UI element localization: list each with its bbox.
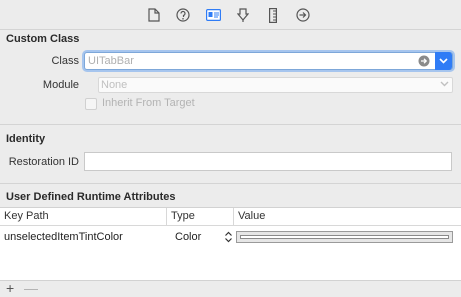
quick-help-icon[interactable] [175,7,191,23]
module-label: Module [42,79,79,91]
key-path-cell[interactable]: unselectedItemTintColor [4,228,123,246]
inherit-from-target-checkbox[interactable] [85,98,97,110]
color-well[interactable] [236,231,453,243]
class-input[interactable] [85,53,435,69]
restoration-id-label: Restoration ID [8,156,79,168]
inherit-from-target-label: Inherit From Target [102,97,195,109]
custom-class-title: Custom Class [6,33,80,45]
add-attribute-button[interactable]: + [6,281,14,295]
identity-inspector-icon[interactable] [205,7,221,23]
divider [0,183,461,184]
module-combo-box[interactable] [98,77,453,93]
column-header-type[interactable]: Type [167,208,233,226]
inspector-toolbar [0,0,461,30]
connections-inspector-icon[interactable] [295,7,311,23]
divider [0,124,461,125]
color-swatch [240,235,449,239]
class-dropdown-button[interactable] [435,52,452,70]
file-inspector-icon[interactable] [146,7,162,23]
remove-attribute-button[interactable]: — [24,281,38,295]
type-cell[interactable]: Color [175,228,201,246]
go-to-class-icon[interactable] [418,55,430,67]
module-input[interactable] [99,78,429,92]
identity-title: Identity [6,133,46,145]
type-popup-arrows-icon[interactable] [224,231,233,243]
column-header-key-path[interactable]: Key Path [0,208,166,226]
class-label: Class [51,55,79,67]
runtime-attributes-title: User Defined Runtime Attributes [6,191,176,203]
class-combo-box[interactable] [84,52,453,70]
attributes-inspector-icon[interactable] [235,7,251,23]
restoration-id-input[interactable] [84,152,452,171]
chevron-down-icon[interactable] [440,81,449,87]
column-header-value[interactable]: Value [234,208,461,226]
size-inspector-icon[interactable] [265,7,281,23]
runtime-attributes-table: Key Path Type Value unselectedItemTintCo… [0,207,461,281]
table-bottom-bar: + — [0,281,461,297]
divider [0,29,461,30]
chevron-down-icon [439,58,448,64]
